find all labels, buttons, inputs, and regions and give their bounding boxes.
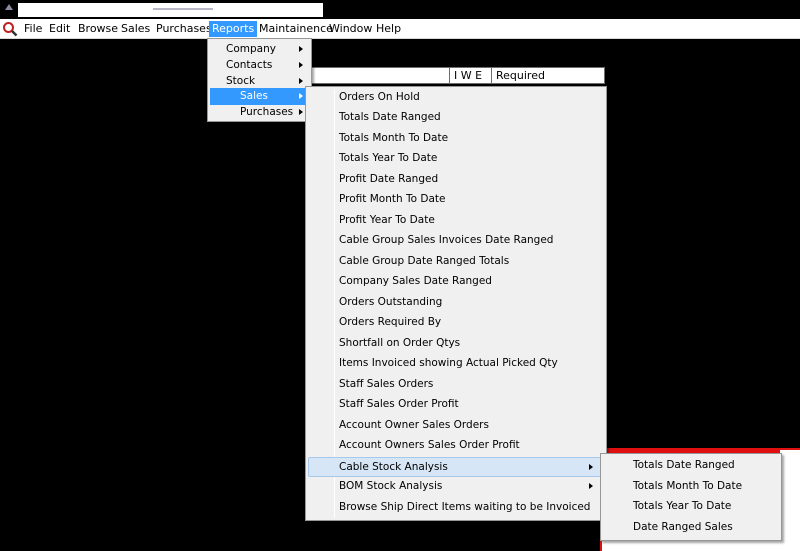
sales-item-items-invoiced-picked-qty[interactable]: Items Invoiced showing Actual Picked Qty [308, 355, 604, 372]
sales-item-label: Totals Month To Date [339, 132, 449, 144]
submenu-arrow-icon [589, 483, 593, 489]
menu-help[interactable]: Help [373, 21, 404, 37]
grid-header: I W E Required [310, 67, 605, 84]
sales-item-totals-year-to-date[interactable]: Totals Year To Date [308, 150, 604, 167]
sales-item-label: Orders Outstanding [339, 296, 443, 308]
reports-item-sales[interactable]: Sales [210, 88, 309, 105]
submenu-arrow-icon [589, 464, 593, 470]
sales-item-cable-group-sales-invoices[interactable]: Cable Group Sales Invoices Date Ranged [308, 232, 604, 249]
menu-edit[interactable]: Edit [46, 21, 73, 37]
cable-item-totals-year-to-date[interactable]: Totals Year To Date [603, 498, 779, 515]
sales-item-totals-date-ranged[interactable]: Totals Date Ranged [308, 109, 604, 126]
menu-purchases[interactable]: Purchases [153, 21, 215, 37]
sales-item-label: Staff Sales Orders [339, 378, 434, 390]
reports-item-purchases[interactable]: Purchases [210, 104, 309, 121]
sales-item-label: Staff Sales Order Profit [339, 398, 459, 410]
sales-item-account-owners-profit[interactable]: Account Owners Sales Order Profit [308, 437, 604, 454]
reports-item-label: Company [226, 43, 276, 55]
sales-item-shortfall-on-order-qtys[interactable]: Shortfall on Order Qtys [308, 335, 604, 352]
sales-item-orders-outstanding[interactable]: Orders Outstanding [308, 294, 604, 311]
sales-item-staff-sales-orders[interactable]: Staff Sales Orders [308, 376, 604, 393]
cable-item-label: Date Ranged Sales [633, 521, 733, 533]
menu-bar: File Edit Browse Sales Purchases Reports… [0, 19, 800, 39]
cable-item-label: Totals Date Ranged [633, 459, 735, 471]
sales-item-orders-on-hold[interactable]: Orders On Hold [308, 89, 604, 106]
menu-window[interactable]: Window [326, 21, 375, 37]
sales-item-label: Browse Ship Direct Items waiting to be I… [339, 501, 591, 513]
submenu-arrow-icon [299, 93, 303, 99]
menu-reports[interactable]: Reports [209, 21, 258, 37]
menu-sales[interactable]: Sales [118, 21, 153, 37]
cable-item-totals-month-to-date[interactable]: Totals Month To Date [603, 478, 779, 495]
sales-item-label: Orders On Hold [339, 91, 420, 103]
column-header-iwe[interactable]: I W E [449, 68, 486, 83]
sales-item-cable-stock-analysis[interactable]: Cable Stock Analysis [308, 457, 604, 477]
sales-item-profit-year-to-date[interactable]: Profit Year To Date [308, 212, 604, 229]
sales-item-label: Profit Month To Date [339, 193, 446, 205]
sales-item-browse-ship-direct[interactable]: Browse Ship Direct Items waiting to be I… [308, 499, 604, 516]
sales-item-account-owner-sales-orders[interactable]: Account Owner Sales Orders [308, 417, 604, 434]
reports-item-label: Sales [240, 90, 268, 102]
sales-item-company-sales-date-ranged[interactable]: Company Sales Date Ranged [308, 273, 604, 290]
cable-item-totals-date-ranged[interactable]: Totals Date Ranged [603, 457, 779, 474]
sales-item-label: Cable Group Date Ranged Totals [339, 255, 510, 267]
sales-item-label: BOM Stock Analysis [339, 480, 443, 492]
sales-item-label: Totals Year To Date [339, 152, 438, 164]
reports-item-label: Stock [226, 75, 256, 87]
sales-item-label: Orders Required By [339, 316, 442, 328]
sales-item-bom-stock-analysis[interactable]: BOM Stock Analysis [308, 478, 604, 495]
reports-item-contacts[interactable]: Contacts [210, 57, 309, 74]
column-header-required[interactable]: Required [491, 68, 549, 83]
menu-maintainence[interactable]: Maintainence [256, 21, 336, 37]
sales-item-cable-group-totals[interactable]: Cable Group Date Ranged Totals [308, 253, 604, 270]
sales-item-label: Items Invoiced showing Actual Picked Qty [339, 357, 558, 369]
submenu-arrow-icon [299, 62, 303, 68]
title-bar [0, 0, 800, 19]
reports-item-company[interactable]: Company [210, 41, 309, 58]
cable-item-date-ranged-sales[interactable]: Date Ranged Sales [603, 519, 779, 536]
menu-file[interactable]: File [21, 21, 45, 37]
sales-item-profit-month-to-date[interactable]: Profit Month To Date [308, 191, 604, 208]
sales-item-orders-required-by[interactable]: Orders Required By [308, 314, 604, 331]
submenu-arrow-icon [299, 78, 303, 84]
cable-stock-submenu: Totals Date Ranged Totals Month To Date … [600, 453, 782, 541]
submenu-arrow-icon [299, 46, 303, 52]
app-icon[interactable] [2, 21, 18, 37]
menu-browse[interactable]: Browse [75, 21, 121, 37]
sales-item-label: Profit Year To Date [339, 214, 435, 226]
cable-item-label: Totals Year To Date [633, 500, 732, 512]
reports-item-label: Contacts [226, 59, 273, 71]
reports-item-label: Purchases [240, 106, 294, 118]
window-logo-icon [5, 4, 13, 10]
sales-item-label: Cable Stock Analysis [339, 461, 448, 473]
sales-submenu: Orders On Hold Totals Date Ranged Totals… [305, 86, 607, 521]
cable-item-label: Totals Month To Date [633, 480, 743, 492]
submenu-arrow-icon [299, 109, 303, 115]
sales-item-label: Company Sales Date Ranged [339, 275, 492, 287]
sales-item-label: Cable Group Sales Invoices Date Ranged [339, 234, 554, 246]
sales-item-staff-sales-order-profit[interactable]: Staff Sales Order Profit [308, 396, 604, 413]
sales-item-label: Shortfall on Order Qtys [339, 337, 461, 349]
sales-item-label: Account Owner Sales Orders [339, 419, 489, 431]
sales-item-label: Totals Date Ranged [339, 111, 441, 123]
sales-item-profit-date-ranged[interactable]: Profit Date Ranged [308, 171, 604, 188]
sales-item-label: Profit Date Ranged [339, 173, 439, 185]
sales-item-label: Account Owners Sales Order Profit [339, 439, 520, 451]
reports-menu: Company Contacts Stock Sales Purchases [207, 38, 312, 122]
sales-item-totals-month-to-date[interactable]: Totals Month To Date [308, 130, 604, 147]
window-title [18, 3, 323, 17]
